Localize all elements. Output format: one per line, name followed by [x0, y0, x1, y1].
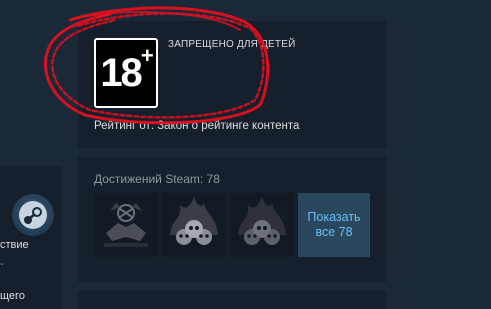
sidebar-text-3: щего — [0, 290, 25, 302]
sidebar-text-1: ствие — [0, 239, 29, 251]
sidebar-text-2: - — [0, 258, 4, 270]
burning-skulls-icon[interactable] — [162, 193, 226, 257]
rating-descriptor: ЗАПРЕЩЕНО ДЛЯ ДЕТЕЙ — [168, 39, 296, 50]
left-sidebar-panel — [0, 166, 62, 309]
rating-badge-number: 18 — [100, 50, 142, 95]
achievements-title: Достижений Steam: 78 — [94, 172, 220, 186]
show-all-achievements-button[interactable]: Показать все 78 — [298, 193, 370, 257]
top-card-edge — [78, 0, 386, 16]
burning-skulls-icon[interactable] — [230, 193, 294, 257]
biohazard-handshake-icon[interactable] — [94, 193, 158, 257]
rating-source: Рейтинг от: Закон о рейтинге контента — [94, 120, 300, 132]
age-rating-badge: 18+ — [94, 38, 158, 108]
rating-badge-plus: + — [140, 43, 154, 69]
next-section-card — [78, 291, 386, 309]
steam-icon — [12, 194, 54, 236]
